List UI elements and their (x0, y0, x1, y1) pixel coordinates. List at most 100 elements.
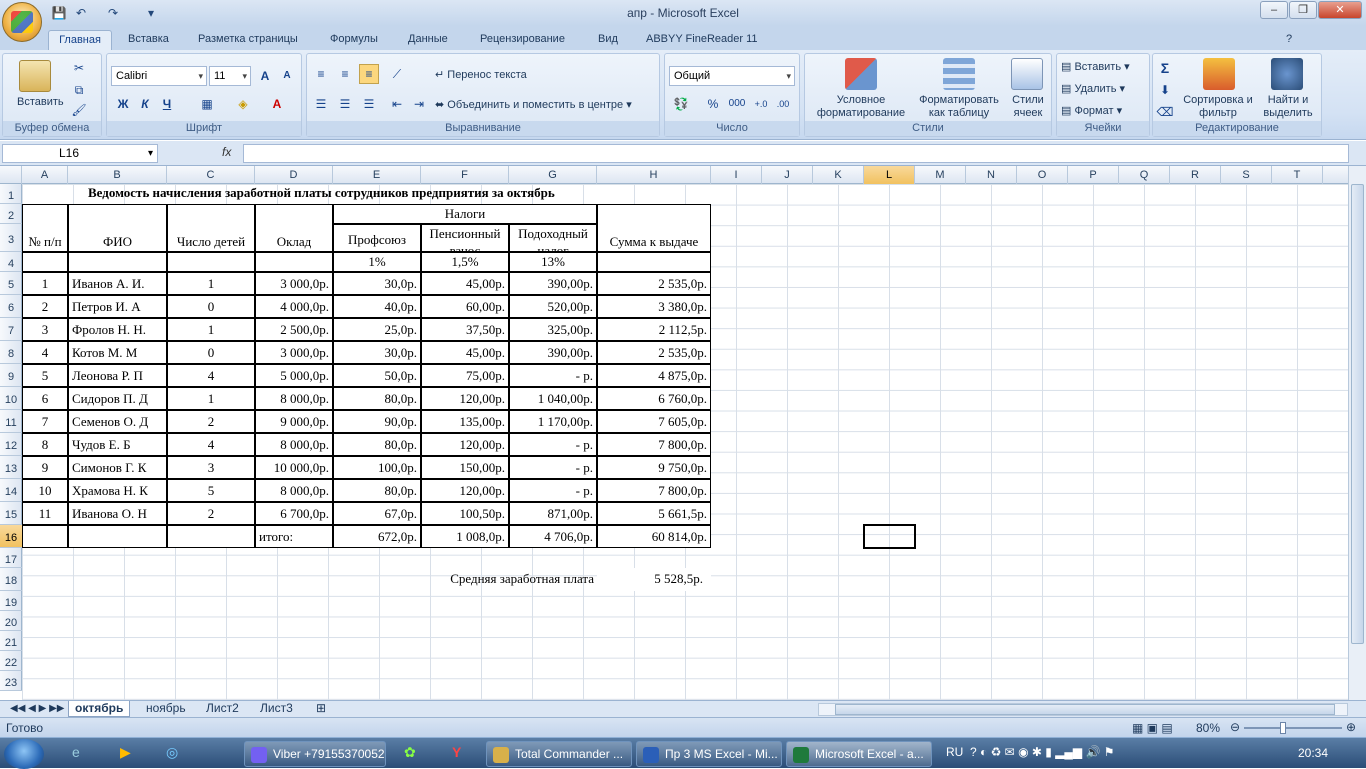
row-header-13[interactable]: 13 (0, 456, 22, 479)
view-buttons-icon[interactable]: ▦ ▣ ▤ (1132, 721, 1173, 735)
wrap-text-button[interactable]: ↵ Перенос текста (435, 68, 527, 81)
data-union[interactable]: 80,0р. (333, 387, 421, 410)
row-header-6[interactable]: 6 (0, 295, 22, 318)
data-num[interactable]: 10 (22, 479, 68, 502)
data-num[interactable]: 1 (22, 272, 68, 295)
zoom-in-icon[interactable]: ⊕ (1346, 720, 1356, 734)
data-income[interactable]: 390,00р. (509, 272, 597, 295)
data-children[interactable]: 1 (167, 387, 255, 410)
merge-center-button[interactable]: ⬌ Объединить и поместить в центре ▾ (435, 98, 632, 111)
data-salary[interactable]: 8 000,0р. (255, 387, 333, 410)
total-income[interactable]: 4 706,0р. (509, 525, 597, 548)
grow-font-button[interactable]: A (255, 66, 275, 86)
data-pension[interactable]: 120,00р. (421, 387, 509, 410)
total-sum[interactable]: 60 814,0р. (597, 525, 711, 548)
cell[interactable] (167, 252, 255, 272)
clock[interactable]: 20:34 (1298, 746, 1328, 760)
column-header-A[interactable]: A (22, 166, 68, 184)
data-fio[interactable]: Сидоров П. Д (68, 387, 167, 410)
row-header-17[interactable]: 17 (0, 548, 22, 568)
font-size-combo[interactable]: 11 (209, 66, 251, 86)
data-fio[interactable]: Леонова Р. П (68, 364, 167, 387)
data-total[interactable]: 9 750,0р. (597, 456, 711, 479)
align-top-icon[interactable]: ≡ (311, 64, 331, 84)
tab-abbyy[interactable]: ABBYY FineReader 11 (640, 30, 764, 50)
cell-area[interactable]: Ведомость начисления заработной платы со… (22, 184, 1348, 700)
data-fio[interactable]: Иванов А. И. (68, 272, 167, 295)
data-children[interactable]: 2 (167, 502, 255, 525)
data-pension[interactable]: 100,50р. (421, 502, 509, 525)
header-fio[interactable]: ФИО (68, 204, 167, 252)
cell[interactable] (22, 525, 68, 548)
sheet-tab-list3[interactable]: Лист3 (254, 701, 299, 717)
underline-button[interactable]: Ч (157, 94, 177, 114)
data-pension[interactable]: 60,00р. (421, 295, 509, 318)
data-union[interactable]: 80,0р. (333, 433, 421, 456)
borders-icon[interactable]: ▦ (197, 94, 217, 114)
column-header-L[interactable]: L (864, 166, 915, 184)
data-fio[interactable]: Петров И. А (68, 295, 167, 318)
office-button[interactable] (2, 2, 42, 42)
new-sheet-icon[interactable]: ⊞ (310, 701, 332, 717)
column-header-K[interactable]: K (813, 166, 864, 184)
column-header-S[interactable]: S (1221, 166, 1272, 184)
row-header-10[interactable]: 10 (0, 387, 22, 410)
undo-icon[interactable]: ↶ (72, 4, 90, 22)
data-children[interactable]: 2 (167, 410, 255, 433)
data-income[interactable]: - р. (509, 456, 597, 479)
data-total[interactable]: 2 112,5р. (597, 318, 711, 341)
cell[interactable] (255, 252, 333, 272)
number-format-combo[interactable]: Общий (669, 66, 795, 86)
data-children[interactable]: 4 (167, 364, 255, 387)
data-union[interactable]: 50,0р. (333, 364, 421, 387)
thousands-button[interactable]: 000 (725, 94, 749, 114)
tab-review[interactable]: Рецензирование (474, 30, 571, 50)
column-header-F[interactable]: F (421, 166, 509, 184)
row-header-23[interactable]: 23 (0, 671, 22, 691)
sort-filter-button[interactable]: Сортировка и фильтр (1183, 94, 1253, 120)
row-header-4[interactable]: 4 (0, 252, 22, 272)
align-center-icon[interactable]: ☰ (335, 94, 355, 114)
fill-color-icon[interactable]: ◈ (233, 94, 253, 114)
data-union[interactable]: 80,0р. (333, 479, 421, 502)
horizontal-scrollbar[interactable] (818, 703, 1348, 716)
select-all-corner[interactable] (0, 166, 22, 184)
data-income[interactable]: 1 040,00р. (509, 387, 597, 410)
tab-formulas[interactable]: Формулы (324, 30, 384, 50)
tab-home[interactable]: Главная (48, 30, 112, 50)
orientation-icon[interactable]: ⟋ (387, 64, 407, 84)
data-union[interactable]: 90,0р. (333, 410, 421, 433)
data-salary[interactable]: 6 700,0р. (255, 502, 333, 525)
data-union[interactable]: 67,0р. (333, 502, 421, 525)
data-children[interactable]: 0 (167, 341, 255, 364)
cell[interactable] (68, 525, 167, 548)
data-pension[interactable]: 37,50р. (421, 318, 509, 341)
shrink-font-button[interactable]: A (277, 66, 297, 86)
data-salary[interactable]: 5 000,0р. (255, 364, 333, 387)
data-num[interactable]: 2 (22, 295, 68, 318)
header-union[interactable]: Профсоюз (333, 224, 421, 252)
tab-data[interactable]: Данные (402, 30, 454, 50)
data-income[interactable]: 325,00р. (509, 318, 597, 341)
paste-button[interactable]: Вставить (17, 96, 64, 108)
data-income[interactable]: 390,00р. (509, 341, 597, 364)
data-total[interactable]: 5 661,5р. (597, 502, 711, 525)
formula-input[interactable] (243, 144, 1349, 163)
column-header-R[interactable]: R (1170, 166, 1221, 184)
row-header-5[interactable]: 5 (0, 272, 22, 295)
fill-icon[interactable]: ⬇ (1155, 80, 1175, 100)
format-as-table-button[interactable]: Форматировать как таблицу (913, 94, 1005, 120)
data-income[interactable]: 871,00р. (509, 502, 597, 525)
redo-icon[interactable]: ↷ (104, 4, 122, 22)
app-icon[interactable]: ◎ (166, 744, 178, 761)
data-pension[interactable]: 45,00р. (421, 272, 509, 295)
italic-button[interactable]: К (135, 94, 155, 114)
align-right-icon[interactable]: ☰ (359, 94, 379, 114)
sheet-tab-november[interactable]: ноябрь (140, 701, 192, 717)
data-total[interactable]: 6 760,0р. (597, 387, 711, 410)
row-header-11[interactable]: 11 (0, 410, 22, 433)
percent-button[interactable]: % (703, 94, 723, 114)
header-pension[interactable]: Пенсионный взнос (421, 224, 509, 252)
data-total[interactable]: 2 535,0р. (597, 341, 711, 364)
data-union[interactable]: 30,0р. (333, 341, 421, 364)
